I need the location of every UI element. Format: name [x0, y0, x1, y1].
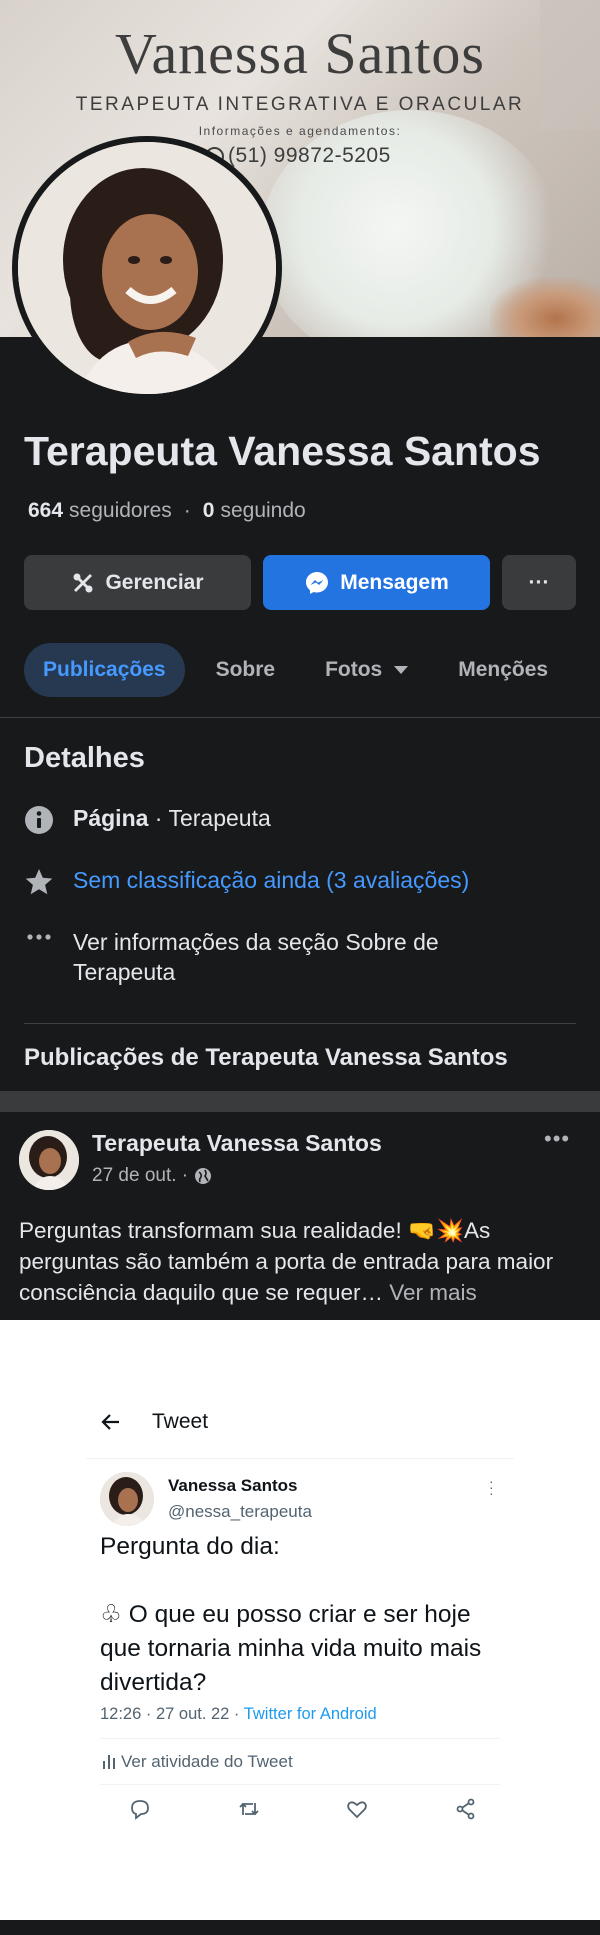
post-date[interactable]: 27 de out. · — [92, 1165, 188, 1187]
more-options-button[interactable]: ··· — [502, 555, 576, 610]
star-icon — [24, 867, 54, 897]
bottom-bar — [0, 1920, 600, 1935]
following-label[interactable]: seguindo — [220, 499, 305, 523]
divider — [24, 1023, 576, 1024]
tweet-timestamp: 12:26 · 27 out. 22 · — [100, 1705, 244, 1723]
profile-picture[interactable] — [12, 136, 282, 400]
divider — [86, 1458, 514, 1459]
like-icon — [347, 1801, 368, 1819]
share-icon — [456, 1798, 475, 1820]
post-meta: 27 de out. · — [92, 1165, 212, 1187]
following-count[interactable]: 0 — [203, 499, 215, 523]
avatar-illustration — [100, 1472, 154, 1526]
tweet-activity: Ver atividade do Tweet — [103, 1752, 293, 1772]
tweet-options-icon: · · · — [489, 1473, 494, 1501]
post-options-icon[interactable]: ••• — [544, 1126, 570, 1152]
post-avatar[interactable] — [19, 1130, 79, 1190]
tweet-author-handle: @nessa_terapeuta — [168, 1502, 312, 1521]
posts-heading: Publicações de Terapeuta Vanessa Santos — [24, 1044, 508, 1071]
reply-icon — [131, 1800, 149, 1820]
manage-button-label: Gerenciar — [105, 570, 204, 594]
more-horizontal-icon — [24, 927, 54, 957]
page-title: Terapeuta Vanessa Santos — [24, 428, 541, 474]
rating-link[interactable]: Sem classificação ainda (3 avaliações) — [73, 867, 469, 894]
cover-brand-subtitle: TERAPEUTA INTEGRATIVA E ORACULAR — [75, 94, 525, 115]
message-button[interactable]: Mensagem — [263, 555, 490, 610]
post-text: Perguntas transformam sua realidade! 🤜💥A… — [19, 1215, 585, 1308]
detail-page-category-value: · Terapeuta — [148, 805, 271, 831]
back-arrow-icon — [101, 1414, 119, 1430]
separator-dot: · — [183, 499, 191, 522]
cover-decoration — [490, 277, 600, 337]
manage-button[interactable]: Gerenciar — [24, 555, 251, 610]
tweet-header-title: Tweet — [152, 1410, 209, 1433]
divider — [0, 717, 600, 718]
portrait-illustration — [18, 142, 276, 394]
cover-brand-info: Informações e agendamentos: — [198, 124, 402, 138]
retweet-icon — [239, 1802, 259, 1816]
followers-label[interactable]: seguidores — [69, 499, 172, 523]
tab-mencoes[interactable]: Menções — [439, 643, 567, 697]
profile-stats: 664 seguidores · 0 seguindo — [28, 499, 306, 523]
detail-page-category: Página · Terapeuta — [24, 805, 271, 835]
tools-icon — [73, 573, 93, 592]
details-title: Detalhes — [24, 742, 145, 774]
detail-page-label: Página — [73, 805, 149, 831]
bar-chart-icon — [103, 1755, 115, 1769]
followers-count[interactable]: 664 — [28, 499, 63, 523]
tweet-text: Pergunta do dia: ♧ O que eu posso criar … — [100, 1533, 482, 1696]
tweet-source: Twitter for Android — [243, 1705, 377, 1723]
more-options-icon: ··· — [528, 570, 550, 594]
info-icon — [24, 805, 54, 835]
detail-page-text: Página · Terapeuta — [73, 805, 271, 832]
divider — [100, 1784, 500, 1785]
tweet-actions — [128, 1797, 478, 1821]
tweet-meta: 12:26 · 27 out. 22 · Twitter for Android — [100, 1705, 377, 1724]
chevron-down-icon — [394, 666, 409, 674]
tab-publicacoes[interactable]: Publicações — [24, 643, 185, 697]
profile-tabs: Publicações Sobre Fotos Menções — [24, 643, 579, 697]
avatar-illustration — [19, 1130, 79, 1190]
messenger-icon — [306, 571, 329, 594]
tweet-header: Tweet — [100, 1410, 208, 1434]
tab-sobre[interactable]: Sobre — [197, 643, 295, 697]
see-more-link[interactable]: Ver mais — [389, 1280, 477, 1305]
tweet-activity-label: Ver atividade do Tweet — [121, 1752, 293, 1771]
tweet-avatar — [100, 1472, 154, 1526]
post-author[interactable]: Terapeuta Vanessa Santos — [92, 1130, 382, 1157]
globe-icon — [195, 1168, 212, 1184]
cover-phone-number: (51) 99872-5205 — [228, 144, 391, 167]
tweet-author-name: Vanessa Santos — [168, 1476, 298, 1495]
divider — [100, 1738, 500, 1739]
tab-fotos-label: Fotos — [325, 658, 383, 681]
cover-brand-phone: (51) 99872-5205 — [205, 144, 391, 168]
detail-about[interactable]: Ver informações da seção Sobre de Terape… — [24, 927, 544, 987]
cover-brand-name: Vanessa Santos — [114, 21, 485, 86]
profile-picture-image — [18, 142, 276, 394]
detail-rating[interactable]: Sem classificação ainda (3 avaliações) — [24, 867, 469, 897]
tab-fotos[interactable]: Fotos — [306, 643, 427, 697]
message-button-label: Mensagem — [340, 570, 449, 594]
section-separator — [0, 1091, 600, 1112]
about-link[interactable]: Ver informações da seção Sobre de Terape… — [73, 927, 544, 987]
